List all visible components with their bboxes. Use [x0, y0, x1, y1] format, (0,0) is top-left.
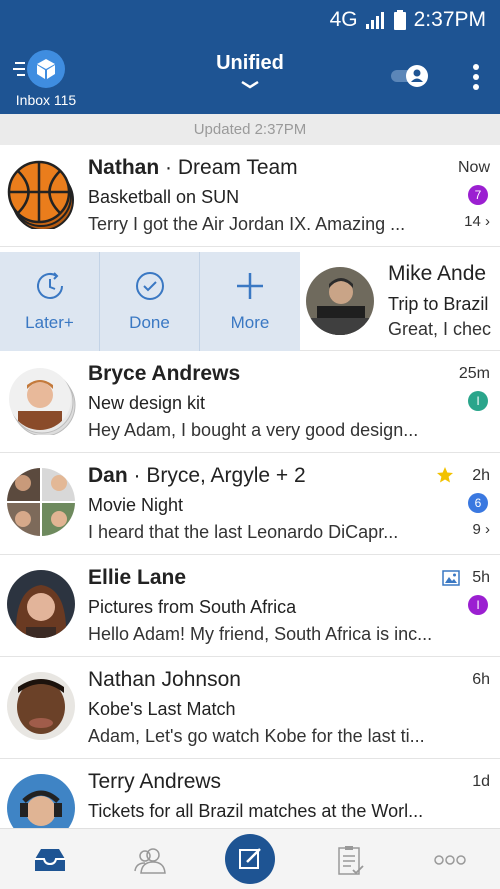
- done-label: Done: [129, 313, 170, 332]
- email-preview: Terry I got the Air Jordan IX. Amazing .…: [88, 214, 406, 234]
- email-row[interactable]: Nathan Johnson Kobe's Last Match Adam, L…: [0, 657, 500, 759]
- email-subject: Trip to Brazil: [388, 294, 489, 314]
- email-preview: I heard that the last Leonardo DiCapr...: [88, 522, 399, 542]
- label-badge: I: [468, 595, 488, 615]
- app-bar: Inbox 115 Unified: [0, 40, 500, 114]
- more-label: More: [230, 313, 270, 332]
- avatar: [6, 365, 76, 437]
- email-time: 25m: [458, 365, 490, 382]
- page-title: Unified: [216, 52, 284, 74]
- email-sender: Ellie Lane: [88, 566, 187, 589]
- thread-count[interactable]: 14 ›: [464, 213, 490, 230]
- avatar: [6, 569, 76, 639]
- swipe-actions: Later+ Done More: [0, 252, 300, 351]
- email-time: 6h: [472, 671, 490, 688]
- overflow-menu-icon[interactable]: [466, 60, 486, 94]
- email-time: 1d: [472, 773, 490, 790]
- email-row[interactable]: Terry Andrews Tickets for all Brazil mat…: [0, 759, 500, 828]
- clock-time: 2:37PM: [413, 8, 486, 31]
- email-preview: Adam, Let's go watch Kobe for the last t…: [88, 726, 425, 746]
- clock-icon: [0, 270, 99, 307]
- clipboard-icon[interactable]: [325, 837, 375, 883]
- compose-button[interactable]: [225, 834, 275, 884]
- email-subject: Tickets for all Brazil matches at the Wo…: [88, 801, 424, 821]
- inbox-icon[interactable]: [25, 837, 75, 883]
- unread-count-badge: 6: [468, 493, 488, 513]
- later-label: Later+: [25, 313, 74, 332]
- unread-count-badge: 7: [468, 185, 488, 205]
- plus-icon: [200, 270, 300, 307]
- more-icon[interactable]: [425, 837, 475, 883]
- star-icon[interactable]: [436, 466, 454, 489]
- avatar: [6, 773, 76, 828]
- battery-icon: [393, 10, 406, 30]
- signal-icon: [365, 11, 386, 29]
- email-row[interactable]: Ellie Lane Pictures from South Africa He…: [0, 555, 500, 657]
- avatar: [6, 671, 76, 741]
- inbox-logo-icon: [13, 50, 65, 88]
- more-button[interactable]: More: [200, 252, 300, 351]
- email-time: Now: [457, 159, 490, 176]
- email-subject: Kobe's Last Match: [88, 699, 236, 719]
- email-sender: Bryce Andrews: [88, 362, 241, 385]
- email-subject: Movie Night: [88, 495, 184, 515]
- focus-toggle[interactable]: [389, 64, 429, 88]
- email-subject: New design kit: [88, 393, 206, 413]
- email-sender: Mike Ande: [388, 262, 487, 285]
- inbox-count-label: Inbox 115: [15, 92, 77, 108]
- account-switcher[interactable]: Unified: [200, 52, 300, 95]
- email-row[interactable]: Dan · Bryce, Argyle + 2 Movie Night I he…: [0, 453, 500, 555]
- email-time: 5h: [472, 569, 490, 586]
- check-circle-icon: [100, 270, 199, 307]
- email-preview: Hello Adam! My friend, South Africa is i…: [88, 624, 433, 644]
- done-button[interactable]: Done: [100, 252, 200, 351]
- email-subject: Pictures from South Africa: [88, 597, 297, 617]
- email-preview: Great, I chec: [388, 319, 492, 339]
- email-sender: Nathan · Dream Team: [88, 156, 298, 179]
- basketball-avatar: [6, 159, 76, 231]
- email-time: 2h: [472, 467, 490, 484]
- inbox-button[interactable]: Inbox 115: [10, 50, 82, 112]
- network-label: 4G: [329, 8, 358, 31]
- email-row[interactable]: Nathan · Dream Team Basketball on SUN Te…: [0, 145, 500, 247]
- group-avatar: [6, 467, 76, 537]
- later-button[interactable]: Later+: [0, 252, 100, 351]
- status-bar: 4G 2:37PM: [0, 0, 500, 40]
- updated-status: Updated 2:37PM: [0, 114, 500, 145]
- email-subject: Basketball on SUN: [88, 187, 240, 207]
- people-icon[interactable]: [125, 837, 175, 883]
- email-preview: Hey Adam, I bought a very good design...: [88, 420, 419, 440]
- bottom-nav: [0, 828, 500, 889]
- compose-icon: [239, 848, 261, 869]
- email-row-swiped[interactable]: Mike Ande Trip to Brazil Great, I chec: [300, 252, 500, 351]
- thread-count[interactable]: 9 ›: [472, 521, 490, 538]
- email-sender: Nathan Johnson: [88, 668, 241, 691]
- chevron-down-icon: [200, 77, 300, 95]
- image-attachment-icon: [442, 569, 460, 592]
- email-row[interactable]: Bryce Andrews New design kit Hey Adam, I…: [0, 351, 500, 453]
- label-badge: I: [468, 391, 488, 411]
- email-sender: Terry Andrews: [88, 770, 222, 793]
- email-sender: Dan · Bryce, Argyle + 2: [88, 464, 306, 487]
- avatar: [305, 266, 375, 336]
